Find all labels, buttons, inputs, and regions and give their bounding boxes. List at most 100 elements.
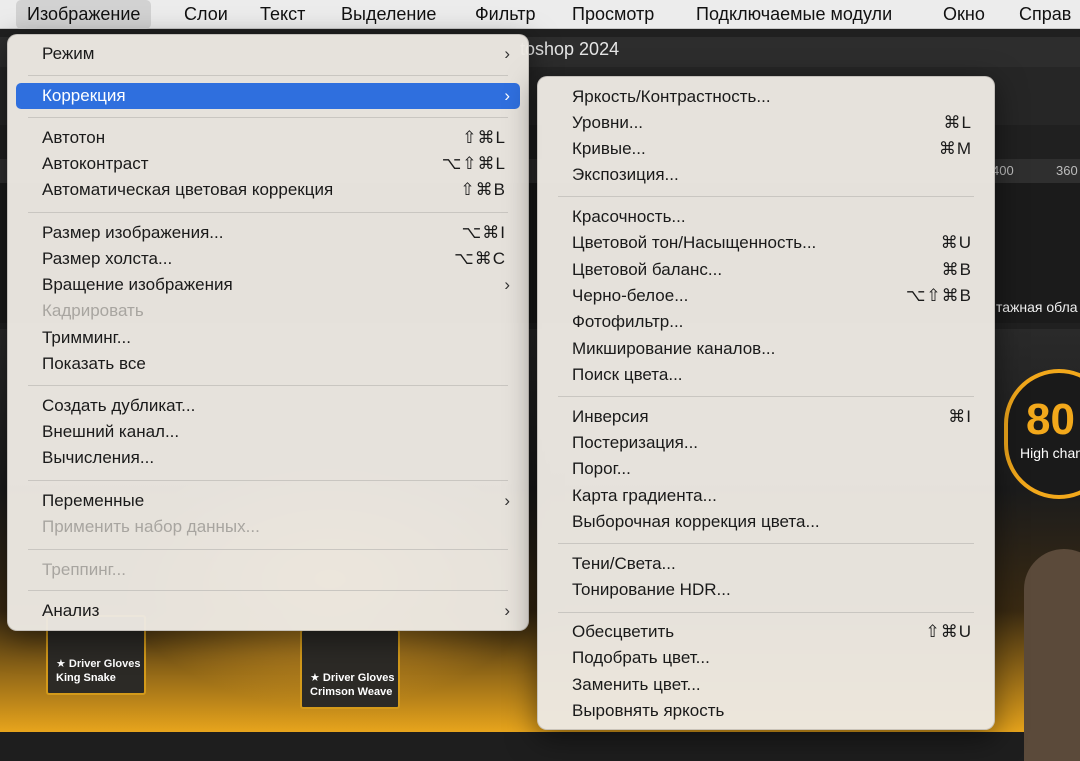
badge-text: High chan <box>1020 445 1080 461</box>
menu-separator <box>558 396 974 397</box>
submenu-item-equalize[interactable]: Выровнять яркость <box>546 698 986 724</box>
item-label: Вращение изображения <box>42 275 233 294</box>
shortcut: ⌘I <box>948 407 972 426</box>
menu-window[interactable]: Окно <box>932 0 996 29</box>
item-label: Инверсия <box>572 407 649 426</box>
menu-separator <box>28 590 508 591</box>
menu-item-autocolor[interactable]: Автоматическая цветовая коррекция ⇧⌘B <box>16 177 520 203</box>
menu-item-image-size[interactable]: Размер изображения... ⌥⌘I <box>16 220 520 246</box>
character-figure <box>1024 549 1080 761</box>
submenu-item-selective-color[interactable]: Выборочная коррекция цвета... <box>546 509 986 535</box>
item-label: Анализ <box>42 601 100 620</box>
badge-number: 80 <box>1026 395 1075 444</box>
submenu-item-threshold[interactable]: Порог... <box>546 456 986 482</box>
item-label: Автоконтраст <box>42 154 149 173</box>
menu-separator <box>28 75 508 76</box>
submenu-item-shadows-highlights[interactable]: Тени/Света... <box>546 551 986 577</box>
item-label: Создать дубликат... <box>42 396 196 415</box>
app-title: toshop 2024 <box>520 39 620 59</box>
menu-separator <box>28 480 508 481</box>
menu-filter[interactable]: Фильтр <box>464 0 546 29</box>
menu-select[interactable]: Выделение <box>330 0 447 29</box>
item-label: Вычисления... <box>42 448 155 467</box>
card-crimson-weave: ★ Driver Gloves Crimson Weave <box>300 629 400 709</box>
item-label: Режим <box>42 44 95 63</box>
menu-item-trapping: Треппинг... <box>16 557 520 583</box>
item-label: Автотон <box>42 128 106 147</box>
submenu-item-desaturate[interactable]: Обесцветить ⇧⌘U <box>546 619 986 645</box>
shortcut: ⌥⌘C <box>454 249 506 268</box>
item-label: Переменные <box>42 491 145 510</box>
submenu-item-black-white[interactable]: Черно-белое... ⌥⇧⌘B <box>546 283 986 309</box>
menu-item-rotation[interactable]: Вращение изображения › <box>16 272 520 298</box>
menu-item-autotone[interactable]: Автотон ⇧⌘L <box>16 125 520 151</box>
shortcut: ⌘L <box>943 113 972 132</box>
submenu-item-replace-color[interactable]: Заменить цвет... <box>546 672 986 698</box>
menu-item-duplicate[interactable]: Создать дубликат... <box>16 393 520 419</box>
submenu-item-curves[interactable]: Кривые... ⌘M <box>546 136 986 162</box>
menu-item-calculations[interactable]: Вычисления... <box>16 445 520 471</box>
item-label: Микширование каналов... <box>572 339 776 358</box>
submenu-item-gradient-map[interactable]: Карта градиента... <box>546 483 986 509</box>
menu-separator <box>558 612 974 613</box>
chevron-right-icon: › <box>504 601 510 620</box>
shortcut: ⇧⌘L <box>462 128 506 147</box>
menu-item-reveal-all[interactable]: Показать все <box>16 351 520 377</box>
item-label: Тонирование HDR... <box>572 580 731 599</box>
menu-item-analysis[interactable]: Анализ › <box>16 598 520 624</box>
submenu-item-invert[interactable]: Инверсия ⌘I <box>546 404 986 430</box>
menu-text[interactable]: Текст <box>249 0 316 29</box>
item-label: Яркость/Контрастность... <box>572 87 771 106</box>
submenu-item-channel-mixer[interactable]: Микширование каналов... <box>546 336 986 362</box>
submenu-item-exposure[interactable]: Экспозиция... <box>546 162 986 188</box>
shortcut: ⌘M <box>938 139 972 158</box>
menu-item-variables[interactable]: Переменные › <box>16 488 520 514</box>
chevron-right-icon: › <box>504 86 510 105</box>
menu-item-mode[interactable]: Режим › <box>16 41 520 67</box>
item-label: Подобрать цвет... <box>572 648 710 667</box>
shortcut: ⇧⌘U <box>925 622 972 641</box>
item-label: Порог... <box>572 459 631 478</box>
item-label: Треппинг... <box>42 560 126 579</box>
chevron-right-icon: › <box>504 275 510 294</box>
menu-item-crop: Кадрировать <box>16 298 520 324</box>
shortcut: ⌘B <box>941 260 972 279</box>
menu-item-canvas-size[interactable]: Размер холста... ⌥⌘C <box>16 246 520 272</box>
item-label: Фотофильтр... <box>572 312 684 331</box>
submenu-item-color-lookup[interactable]: Поиск цвета... <box>546 362 986 388</box>
menu-plugins[interactable]: Подключаемые модули <box>685 0 903 29</box>
submenu-item-posterize[interactable]: Постеризация... <box>546 430 986 456</box>
shortcut: ⌥⇧⌘B <box>905 286 972 305</box>
shortcut: ⌥⇧⌘L <box>441 154 506 173</box>
item-label: Уровни... <box>572 113 644 132</box>
menu-separator <box>28 212 508 213</box>
card-title: ★ Driver Gloves <box>310 672 395 684</box>
submenu-item-color-balance[interactable]: Цветовой баланс... ⌘B <box>546 257 986 283</box>
submenu-item-hdr-toning[interactable]: Тонирование HDR... <box>546 577 986 603</box>
menu-view[interactable]: Просмотр <box>561 0 665 29</box>
card-subtitle: King Snake <box>56 672 116 684</box>
menu-image[interactable]: Изображение <box>16 0 152 29</box>
item-label: Красочность... <box>572 207 686 226</box>
menu-item-autocontrast[interactable]: Автоконтраст ⌥⇧⌘L <box>16 151 520 177</box>
ruler-tick: 400 <box>992 163 1014 178</box>
submenu-item-levels[interactable]: Уровни... ⌘L <box>546 110 986 136</box>
submenu-item-match-color[interactable]: Подобрать цвет... <box>546 645 986 671</box>
item-label: Коррекция <box>42 86 126 105</box>
panel-label: тажная обла <box>996 299 1078 315</box>
menu-separator <box>28 549 508 550</box>
menu-layers[interactable]: Слои <box>173 0 239 29</box>
item-label: Применить набор данных... <box>42 517 260 536</box>
item-label: Обесцветить <box>572 622 675 641</box>
menu-item-correction[interactable]: Коррекция › <box>16 83 520 109</box>
item-label: Показать все <box>42 354 146 373</box>
submenu-item-hue-saturation[interactable]: Цветовой тон/Насыщенность... ⌘U <box>546 230 986 256</box>
menu-help[interactable]: Справ <box>1008 0 1080 29</box>
correction-submenu: Яркость/Контрастность... Уровни... ⌘L Кр… <box>537 76 995 730</box>
menu-item-trim[interactable]: Тримминг... <box>16 325 520 351</box>
submenu-item-vibrance[interactable]: Красочность... <box>546 204 986 230</box>
submenu-item-photo-filter[interactable]: Фотофильтр... <box>546 309 986 335</box>
submenu-item-brightness-contrast[interactable]: Яркость/Контрастность... <box>546 84 986 110</box>
menu-item-apply-image[interactable]: Внешний канал... <box>16 419 520 445</box>
image-menu: Режим › Коррекция › Автотон ⇧⌘L Автоконт… <box>7 34 529 631</box>
